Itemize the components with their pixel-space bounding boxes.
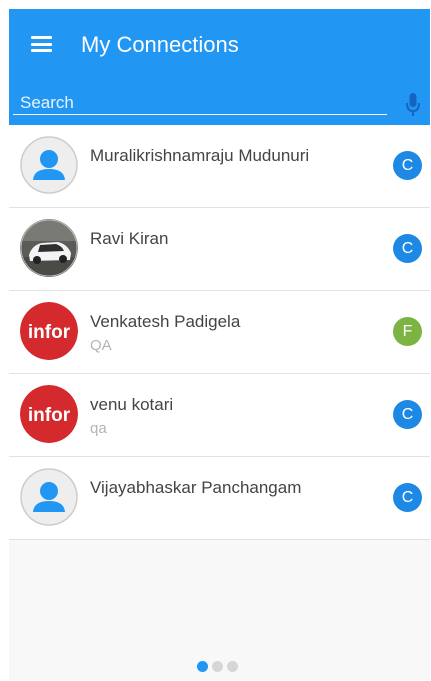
contact-name: Vijayabhaskar Panchangam — [90, 478, 302, 497]
app-frame: My Connections Muralikrishnamraju Mudunu… — [9, 9, 430, 680]
contact-subtitle: qa — [90, 420, 107, 437]
page-indicator — [197, 659, 242, 672]
infor-logo-text: infor — [28, 322, 71, 343]
page-title: My Connections — [81, 32, 239, 57]
connection-status-badge: F — [393, 317, 422, 346]
contact-name: Venkatesh Padigela — [90, 312, 241, 331]
connection-row[interactable]: Vijayabhaskar Panchangam C — [9, 457, 430, 540]
contact-name: Muralikrishnamraju Mudunuri — [90, 146, 310, 165]
connection-status-badge: C — [393, 151, 422, 180]
connection-row[interactable]: Ravi Kiran C — [9, 208, 430, 291]
infor-logo-text: infor — [28, 405, 71, 426]
connection-row[interactable]: infor venu kotari qa C — [9, 374, 430, 457]
hamburger-menu-icon[interactable] — [31, 36, 52, 52]
contact-name: Ravi Kiran — [90, 229, 169, 248]
connection-status-badge: C — [393, 234, 422, 263]
car-photo — [20, 219, 78, 277]
connection-row[interactable]: Muralikrishnamraju Mudunuri C — [9, 125, 430, 208]
search-input[interactable] — [13, 93, 387, 115]
page-dot[interactable] — [227, 661, 238, 672]
connection-status-badge: C — [393, 400, 422, 429]
contact-name: venu kotari — [90, 395, 174, 414]
connections-list: Muralikrishnamraju Mudunuri C Ravi Kiran… — [9, 125, 430, 540]
default-person-icon — [20, 136, 78, 194]
page-dot-active[interactable] — [197, 661, 208, 672]
connection-row[interactable]: infor Venkatesh Padigela QA F — [9, 291, 430, 374]
microphone-icon[interactable] — [405, 92, 421, 118]
infor-logo: infor — [20, 385, 78, 443]
page-dot[interactable] — [212, 661, 223, 672]
connection-status-badge: C — [393, 483, 422, 512]
app-bar: My Connections — [9, 9, 430, 79]
infor-logo: infor — [20, 302, 78, 360]
default-person-icon — [20, 468, 78, 526]
search-bar — [9, 79, 430, 125]
contact-subtitle: QA — [90, 337, 112, 354]
